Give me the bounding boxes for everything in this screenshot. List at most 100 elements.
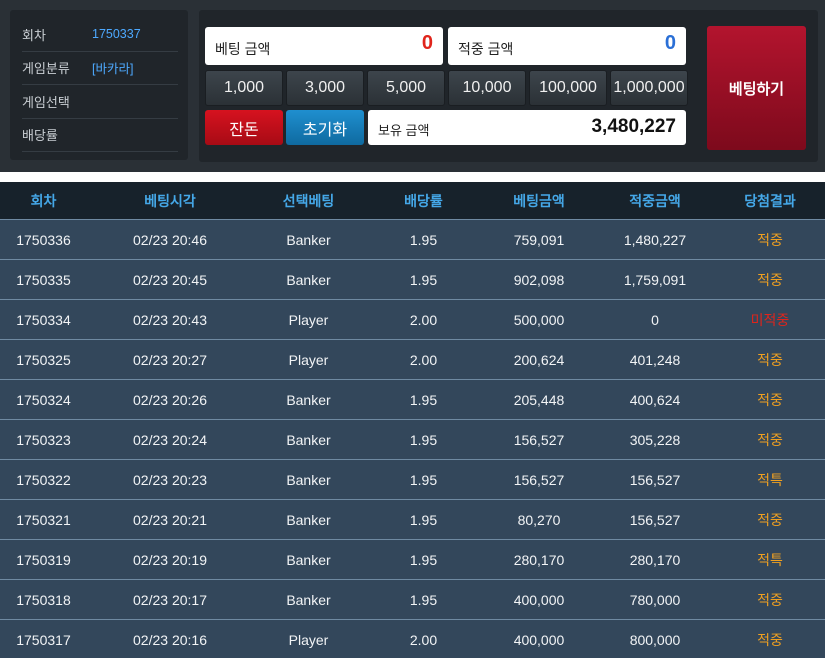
header-result: 당첨결과 [744,192,796,209]
table-row: 1750323 02/23 20:24 Banker 1.95 156,527 305,2… [0,419,825,459]
cell-pick: Player [288,311,329,328]
reset-button[interactable]: 초기화 [286,110,364,145]
balance-label: 보유 금액 [378,123,430,138]
cell-odds: 1.95 [409,551,438,568]
table-row: 1750319 02/23 20:19 Banker 1.95 280,170 280,1… [0,539,825,579]
cell-win: 0 [651,311,659,328]
cell-odds: 2.00 [409,311,438,328]
cell-time: 02/23 20:46 [133,231,207,248]
win-amount-label: 적중 금액 [458,41,514,57]
cell-round: 1750321 [16,511,71,528]
header-round: 회차 [30,192,57,209]
cell-win: 305,228 [629,431,681,448]
cell-odds: 2.00 [409,351,438,368]
cell-pick: Banker [286,471,331,488]
info-row-category: 게임분류 [바카라] [22,52,178,85]
table-row: 1750334 02/23 20:43 Player 2.00 500,000 0 미적중 [0,299,825,339]
cell-result: 적중 [757,631,783,648]
cell-round: 1750319 [16,551,71,568]
selection-label: 게임선택 [22,94,70,110]
cell-time: 02/23 20:23 [133,471,207,488]
info-row-round: 회차 1750337 [22,18,178,52]
category-value: [바카라] [92,62,134,77]
balance-box: 보유 금액 3,480,227 [368,110,686,145]
cell-result: 적중 [757,591,783,608]
info-row-odds: 배당률 [22,119,178,152]
top-panel: 회차 1750337 게임분류 [바카라] 게임선택 배당률 베팅 금액 0 적… [0,0,825,172]
cell-odds: 1.95 [409,271,438,288]
cell-win: 401,248 [629,351,681,368]
cell-bet: 500,000 [513,311,565,328]
cell-round: 1750334 [16,311,71,328]
cell-bet: 400,000 [513,591,565,608]
cell-result: 미적중 [750,311,790,328]
chip-button[interactable]: 1,000,000 [610,70,688,106]
win-amount-value: 0 [664,32,676,54]
table-row: 1750321 02/23 20:21 Banker 1.95 80,270 156,52… [0,499,825,539]
bet-amount-label: 베팅 금액 [215,41,271,57]
table-row: 1750325 02/23 20:27 Player 2.00 200,624 401,2… [0,339,825,379]
cell-win: 800,000 [629,631,681,648]
cell-round: 1750317 [16,631,71,648]
cell-round: 1750336 [16,231,71,248]
cell-time: 02/23 20:27 [133,351,207,368]
table-row: 1750324 02/23 20:26 Banker 1.95 205,448 400,6… [0,379,825,419]
header-bet: 베팅금액 [513,192,565,209]
cell-time: 02/23 20:16 [133,631,207,648]
header-time: 베팅시각 [144,192,196,209]
cell-result: 적중 [757,391,783,408]
cell-pick: Banker [286,431,331,448]
cell-round: 1750325 [16,351,71,368]
header-win: 적중금액 [629,192,681,209]
odds-label: 배당률 [22,128,58,144]
cell-result: 적특 [757,471,783,488]
cell-pick: Player [288,351,329,368]
cell-pick: Banker [286,551,331,568]
place-bet-button[interactable]: 베팅하기 [707,26,806,150]
cell-odds: 1.95 [409,391,438,408]
cell-time: 02/23 20:26 [133,391,207,408]
table-row: 1750318 02/23 20:17 Banker 1.95 400,000 780,0… [0,579,825,619]
cell-time: 02/23 20:24 [133,431,207,448]
cell-bet: 80,270 [517,511,561,528]
cell-bet: 200,624 [513,351,565,368]
chip-button[interactable]: 3,000 [286,70,364,106]
cell-pick: Banker [286,511,331,528]
cell-round: 1750335 [16,271,71,288]
table-header: 회차 베팅시각 선택베팅 배당률 베팅금액 적중금액 당첨결과 [0,182,825,219]
remainder-button[interactable]: 잔돈 [205,110,283,145]
category-label: 게임분류 [22,61,70,77]
cell-round: 1750323 [16,431,71,448]
cell-round: 1750318 [16,591,71,608]
cell-bet: 400,000 [513,631,565,648]
cell-pick: Player [288,631,329,648]
cell-time: 02/23 20:19 [133,551,207,568]
cell-odds: 1.95 [409,511,438,528]
cell-pick: Banker [286,591,331,608]
table-row: 1750322 02/23 20:23 Banker 1.95 156,527 156,5… [0,459,825,499]
cell-bet: 759,091 [513,231,565,248]
cell-time: 02/23 20:45 [133,271,207,288]
cell-odds: 1.95 [409,471,438,488]
cell-bet: 902,098 [513,271,565,288]
cell-bet: 280,170 [513,551,565,568]
chip-button[interactable]: 5,000 [367,70,445,106]
cell-result: 적중 [757,231,783,248]
cell-win: 156,527 [629,471,681,488]
cell-win: 1,759,091 [623,271,687,288]
bet-history-table: 회차 베팅시각 선택베팅 배당률 베팅금액 적중금액 당첨결과 1750336 0… [0,182,825,658]
cell-result: 적중 [757,271,783,288]
round-value: 1750337 [92,27,141,42]
cell-result: 적특 [757,551,783,568]
chip-button[interactable]: 100,000 [529,70,607,106]
chip-button[interactable]: 1,000 [205,70,283,106]
balance-value: 3,480,227 [591,116,676,137]
cell-odds: 2.00 [409,631,438,648]
cell-result: 적중 [757,511,783,528]
cell-win: 280,170 [629,551,681,568]
game-info-panel: 회차 1750337 게임분류 [바카라] 게임선택 배당률 [10,10,188,160]
chip-button[interactable]: 10,000 [448,70,526,106]
info-row-selection: 게임선택 [22,85,178,119]
round-label: 회차 [22,27,46,43]
cell-pick: Banker [286,231,331,248]
